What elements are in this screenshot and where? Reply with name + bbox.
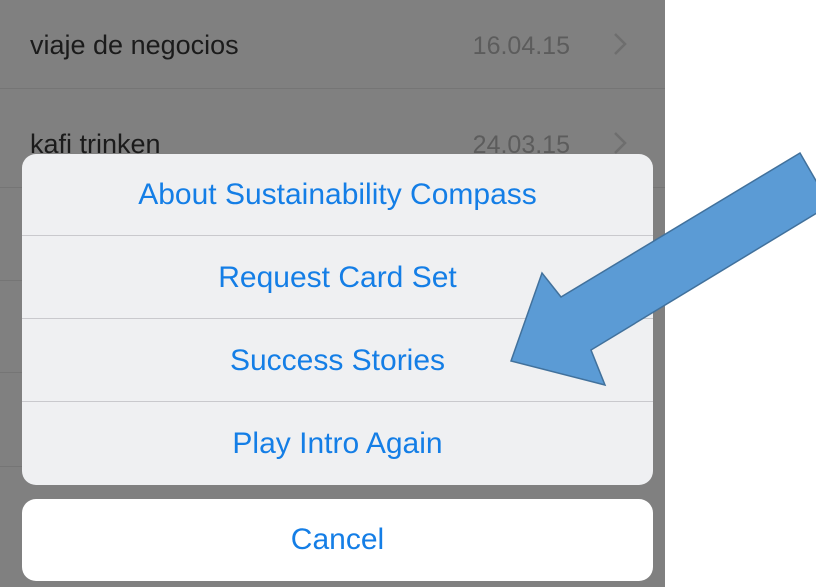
cancel-button[interactable]: Cancel — [22, 499, 653, 581]
list-divider — [0, 466, 22, 467]
request-card-set-button[interactable]: Request Card Set — [22, 237, 653, 319]
success-stories-button[interactable]: Success Stories — [22, 320, 653, 402]
list-item-date: 16.04.15 — [472, 32, 570, 60]
list-item[interactable]: viaje de negocios 16.04.15 — [0, 0, 665, 89]
list-divider — [0, 280, 22, 281]
chevron-right-icon — [614, 132, 627, 154]
play-intro-again-button[interactable]: Play Intro Again — [22, 403, 653, 485]
action-sheet: About Sustainability Compass Request Car… — [22, 154, 653, 485]
list-divider — [0, 372, 22, 373]
chevron-right-icon — [614, 33, 627, 55]
about-sustainability-compass-button[interactable]: About Sustainability Compass — [22, 154, 653, 236]
list-item-title: viaje de negocios — [30, 30, 239, 60]
